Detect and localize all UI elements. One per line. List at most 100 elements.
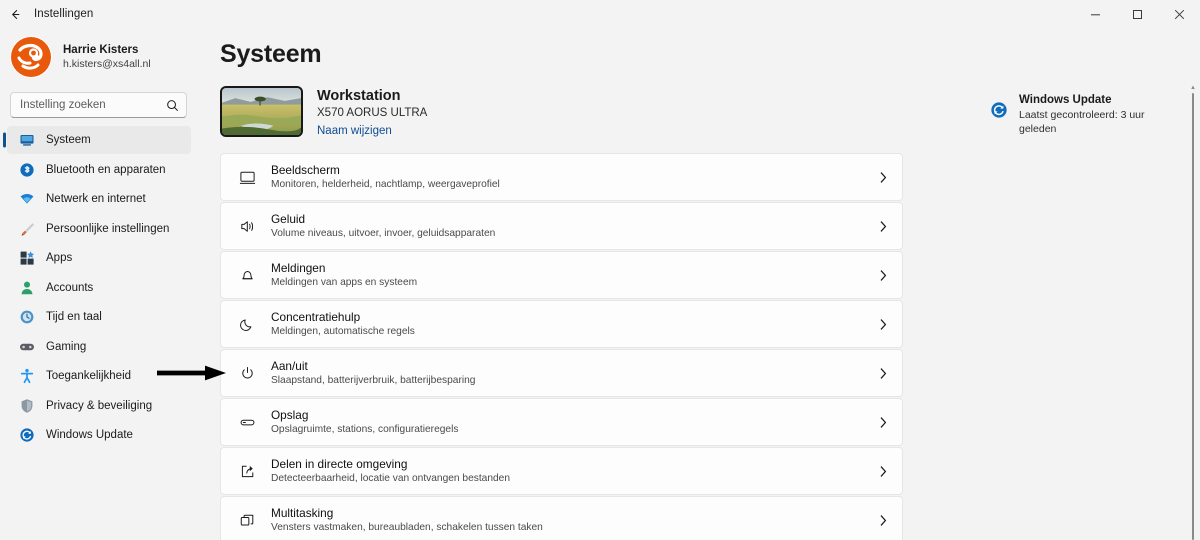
chevron-right-icon: [874, 416, 888, 429]
chevron-right-icon: [874, 367, 888, 380]
update-icon: [990, 92, 1008, 119]
chevron-right-icon: [874, 171, 888, 184]
settings-card-delen-in-directe-omgeving[interactable]: Delen in directe omgeving Detecteerbaarh…: [220, 447, 903, 495]
person-icon: [18, 279, 35, 296]
bluetooth-icon: [18, 161, 35, 178]
bell-icon: [234, 263, 260, 287]
content-scrollbar[interactable]: ▲: [1187, 85, 1197, 540]
avatar: [10, 36, 52, 78]
card-text: Concentratiehulp Meldingen, automatische…: [271, 310, 874, 339]
sidebar-label: Netwerk en internet: [46, 193, 146, 205]
card-text: Multitasking Vensters vastmaken, bureaub…: [271, 506, 874, 535]
sidebar-label: Bluetooth en apparaten: [46, 163, 166, 176]
card-title: Multitasking: [271, 505, 334, 520]
card-text: Geluid Volume niveaus, uitvoer, invoer, …: [271, 212, 874, 241]
search-input[interactable]: [20, 99, 166, 111]
moon-icon: [234, 312, 260, 336]
rename-device-link[interactable]: Naam wijzigen: [317, 125, 392, 137]
back-button[interactable]: [0, 0, 30, 28]
sidebar-item-netwerk-en-internet[interactable]: Netwerk en internet: [7, 185, 191, 213]
account-block[interactable]: Harrie Kisters h.kisters@xs4all.nl: [0, 28, 191, 86]
sidebar-item-gaming[interactable]: Gaming: [7, 333, 191, 361]
sidebar-label: Windows Update: [46, 429, 133, 441]
windows-update-text: Windows Update Laatst gecontroleerd: 3 u…: [1019, 92, 1170, 136]
settings-window: Instellingen Harrie Kisters h.kisters@xs…: [0, 0, 1200, 540]
apps-icon: [18, 250, 35, 267]
settings-card-beeldscherm[interactable]: Beeldscherm Monitoren, helderheid, nacht…: [220, 153, 903, 201]
settings-card-meldingen[interactable]: Meldingen Meldingen van apps en systeem: [220, 251, 903, 299]
account-name: Harrie Kisters: [63, 44, 139, 56]
sidebar-item-windows-update[interactable]: Windows Update: [7, 421, 191, 449]
network-icon: [18, 191, 35, 208]
content-area: Systeem Workstation X570 AORUS ULTRA Naa…: [200, 28, 1200, 540]
card-title: Aan/uit: [271, 358, 308, 373]
card-subtitle: Slaapstand, batterijverbruik, batterijbe…: [271, 374, 476, 386]
sidebar-item-systeem[interactable]: Systeem: [7, 126, 191, 154]
sidebar-label: Persoonlijke instellingen: [46, 222, 170, 235]
card-text: Meldingen Meldingen van apps en systeem: [271, 261, 874, 290]
card-title: Concentratiehulp: [271, 309, 361, 324]
sidebar-item-persoonlijke-instellingen[interactable]: Persoonlijke instellingen: [7, 215, 191, 243]
sidebar-item-accounts[interactable]: Accounts: [7, 274, 191, 302]
maximize-button[interactable]: [1116, 0, 1158, 28]
sidebar-item-tijd-en-taal[interactable]: Tijd en taal: [7, 303, 191, 331]
windows-update-subtitle: Laatst gecontroleerd: 3 uur geleden: [1019, 109, 1145, 135]
windows-update-title: Windows Update: [1019, 94, 1112, 106]
monitor-icon: [18, 132, 35, 149]
scrollbar-thumb[interactable]: [1192, 93, 1194, 540]
minimize-button[interactable]: [1074, 0, 1116, 28]
close-button[interactable]: [1158, 0, 1200, 28]
sidebar-item-bluetooth-en-apparaten[interactable]: Bluetooth en apparaten: [7, 156, 191, 184]
scrollbar-up-arrow[interactable]: ▲: [1190, 85, 1196, 91]
display-icon: [234, 165, 260, 189]
accessibility-icon: [18, 368, 35, 385]
window-title: Instellingen: [34, 8, 94, 20]
search-box[interactable]: [10, 92, 187, 118]
device-thumbnail: [220, 86, 303, 137]
card-subtitle: Detecteerbaarheid, locatie van ontvangen…: [271, 472, 511, 484]
card-title: Meldingen: [271, 260, 326, 275]
shield-icon: [18, 397, 35, 414]
settings-card-list: Beeldscherm Monitoren, helderheid, nacht…: [220, 153, 903, 540]
settings-card-opslag[interactable]: Opslag Opslagruimte, stations, configura…: [220, 398, 903, 446]
card-title: Delen in directe omgeving: [271, 456, 408, 471]
card-title: Opslag: [271, 407, 309, 422]
brush-icon: [18, 220, 35, 237]
card-title: Geluid: [271, 211, 306, 226]
page-title: Systeem: [220, 40, 322, 68]
title-bar: Instellingen: [0, 0, 1200, 28]
card-subtitle: Meldingen, automatische regels: [271, 325, 415, 337]
settings-card-concentratiehulp[interactable]: Concentratiehulp Meldingen, automatische…: [220, 300, 903, 348]
power-icon: [234, 361, 260, 385]
settings-card-geluid[interactable]: Geluid Volume niveaus, uitvoer, invoer, …: [220, 202, 903, 250]
window-body: Harrie Kisters h.kisters@xs4all.nl Inste…: [0, 28, 1200, 540]
chevron-right-icon: [874, 269, 888, 282]
sidebar-item-privacy-beveiliging[interactable]: Privacy & beveiliging: [7, 392, 191, 420]
update-icon: [18, 427, 35, 444]
search-icon: [166, 99, 179, 112]
account-email: h.kisters@xs4all.nl: [63, 58, 151, 70]
card-text: Aan/uit Slaapstand, batterijverbruik, ba…: [271, 359, 874, 388]
sidebar-item-apps[interactable]: Apps: [7, 244, 191, 272]
settings-card-aan-uit[interactable]: Aan/uit Slaapstand, batterijverbruik, ba…: [220, 349, 903, 397]
sidebar-item-toegankelijkheid[interactable]: Toegankelijkheid: [7, 362, 191, 390]
settings-card-multitasking[interactable]: Multitasking Vensters vastmaken, bureaub…: [220, 496, 903, 540]
card-title: Beeldscherm: [271, 162, 340, 177]
card-subtitle: Opslagruimte, stations, configuratierege…: [271, 423, 459, 435]
card-text: Beeldscherm Monitoren, helderheid, nacht…: [271, 163, 874, 192]
sidebar: Harrie Kisters h.kisters@xs4all.nl Inste…: [0, 28, 200, 540]
chevron-right-icon: [874, 318, 888, 331]
windows-update-status[interactable]: Windows Update Laatst gecontroleerd: 3 u…: [990, 86, 1170, 136]
card-text: Delen in directe omgeving Detecteerbaarh…: [271, 457, 874, 486]
device-info: Workstation X570 AORUS ULTRA Naam wijzig…: [317, 86, 427, 139]
storage-icon: [234, 410, 260, 434]
device-header: Workstation X570 AORUS ULTRA Naam wijzig…: [220, 86, 1200, 139]
sidebar-label: Tijd en taal: [46, 311, 102, 323]
card-subtitle: Monitoren, helderheid, nachtlamp, weerga…: [271, 178, 500, 190]
account-text: Harrie Kisters h.kisters@xs4all.nl: [63, 43, 151, 71]
card-subtitle: Meldingen van apps en systeem: [271, 276, 418, 288]
search-wrapper: [0, 86, 191, 126]
share-icon: [234, 459, 260, 483]
card-text: Opslag Opslagruimte, stations, configura…: [271, 408, 874, 437]
chevron-right-icon: [874, 465, 888, 478]
